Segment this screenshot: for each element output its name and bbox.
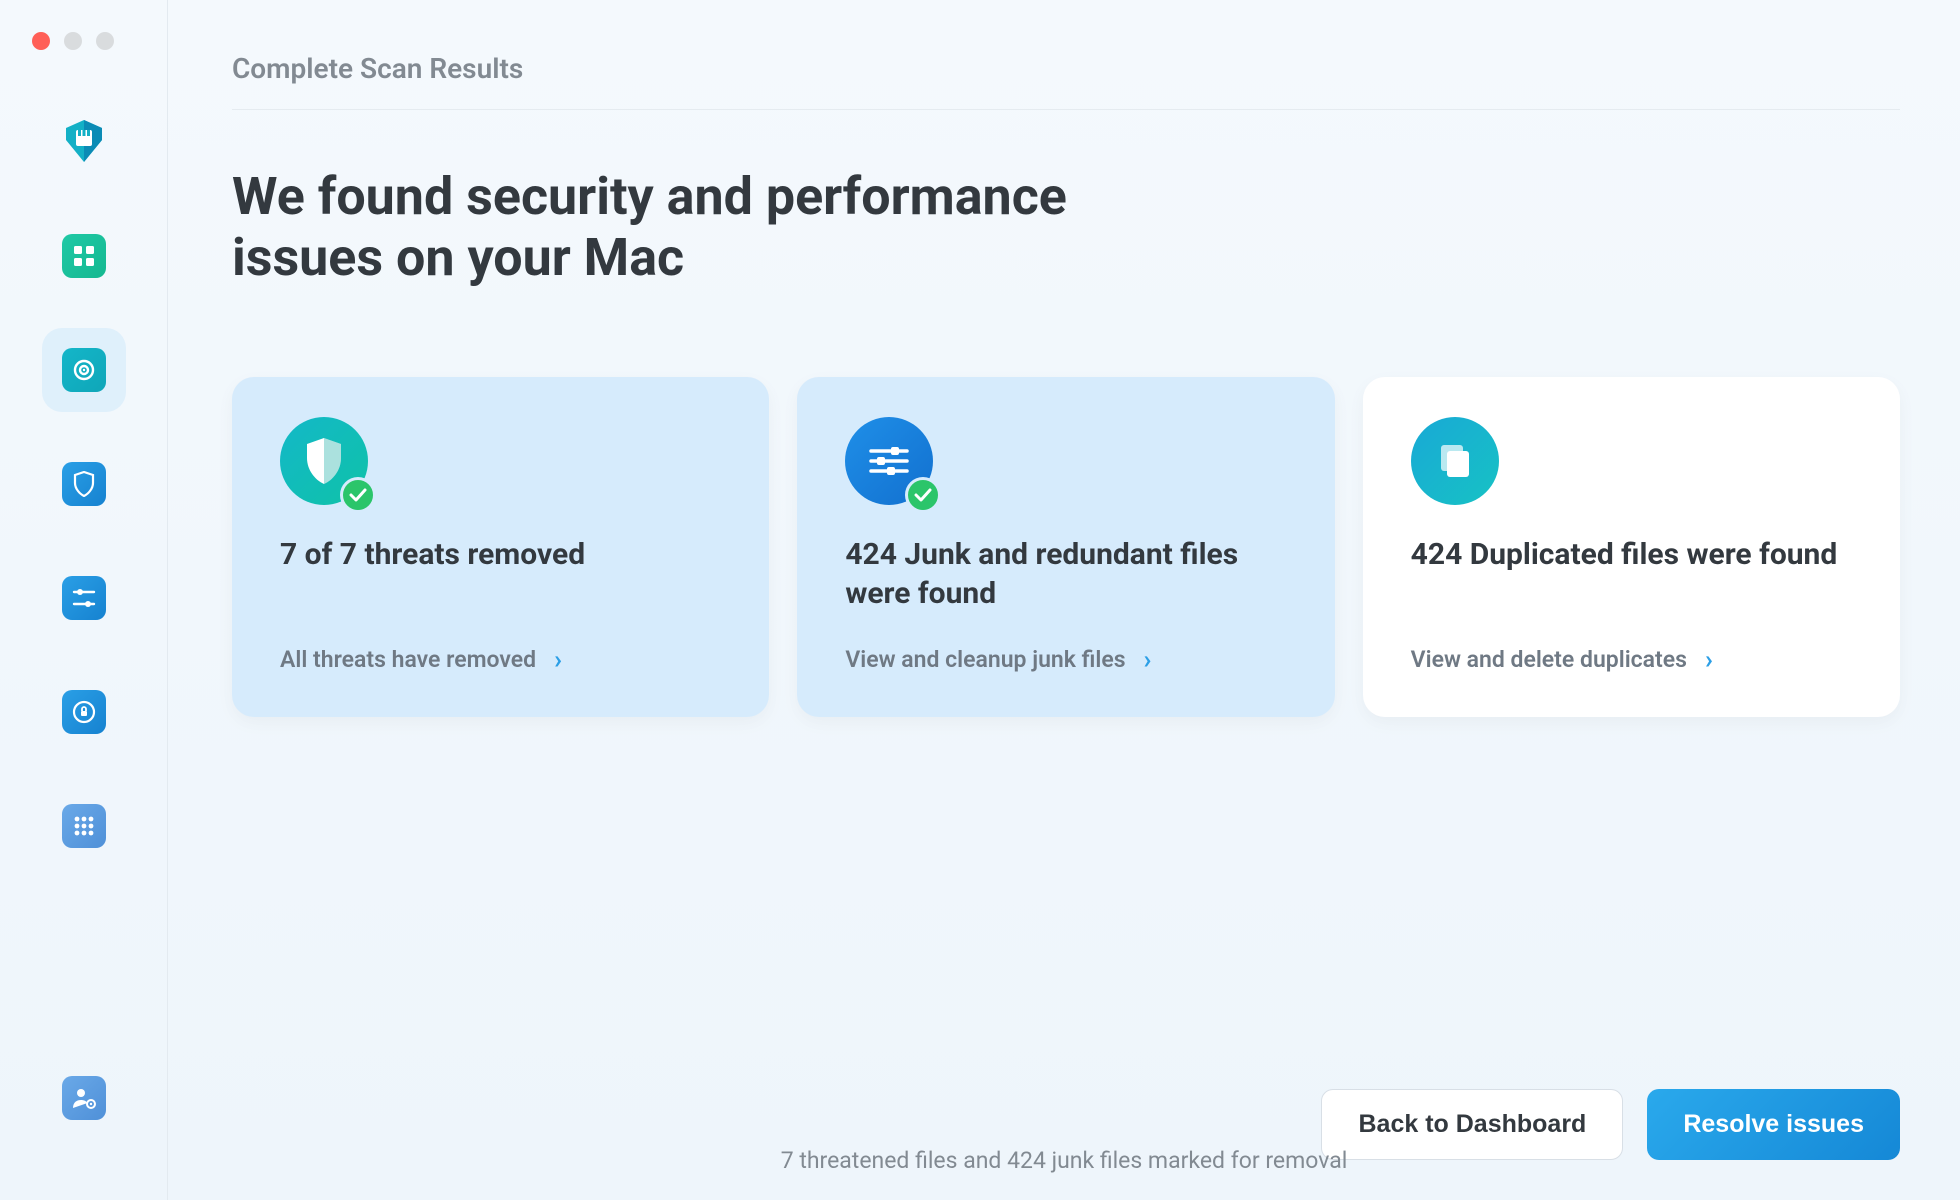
sliders-icon bbox=[62, 576, 106, 620]
check-badge-icon bbox=[905, 477, 941, 513]
check-badge-icon bbox=[340, 477, 376, 513]
card-action-label: View and delete duplicates bbox=[1411, 646, 1687, 673]
card-icon-wrap bbox=[280, 417, 370, 507]
sidebar-item-privacy[interactable] bbox=[42, 670, 126, 754]
card-icon-wrap bbox=[1411, 417, 1501, 507]
sidebar-item-apps[interactable] bbox=[42, 784, 126, 868]
card-action-link[interactable]: View and cleanup junk files › bbox=[845, 645, 1286, 675]
card-threats[interactable]: 7 of 7 threats removed All threats have … bbox=[232, 377, 769, 717]
sidebar-item-dashboard[interactable] bbox=[42, 214, 126, 298]
card-title: 7 of 7 threats removed bbox=[280, 535, 721, 574]
castle-shield-icon bbox=[60, 116, 108, 168]
page-headline: We found security and performance issues… bbox=[232, 166, 1132, 289]
card-title: 424 Junk and redundant files were found bbox=[845, 535, 1286, 613]
footer-status-text: 7 threatened files and 424 junk files ma… bbox=[168, 1147, 1960, 1174]
lock-icon bbox=[62, 690, 106, 734]
sidebar bbox=[0, 0, 168, 1200]
divider bbox=[232, 109, 1900, 110]
card-action-label: All threats have removed bbox=[280, 646, 536, 673]
chevron-right-icon: › bbox=[1144, 645, 1152, 675]
card-action-link[interactable]: View and delete duplicates › bbox=[1411, 645, 1852, 675]
sidebar-item-protection[interactable] bbox=[42, 442, 126, 526]
sidebar-item-settings[interactable] bbox=[42, 1056, 126, 1140]
duplicate-icon bbox=[1411, 417, 1499, 505]
chevron-right-icon: › bbox=[554, 645, 562, 675]
footer-actions: Back to Dashboard Resolve issues bbox=[232, 1049, 1900, 1160]
card-icon-wrap bbox=[845, 417, 935, 507]
page-subtitle: Complete Scan Results bbox=[232, 52, 1900, 85]
grid-icon bbox=[62, 234, 106, 278]
main-content: Complete Scan Results We found security … bbox=[168, 0, 1960, 1200]
target-icon bbox=[62, 348, 106, 392]
sidebar-item-scan[interactable] bbox=[42, 328, 126, 412]
apps-grid-icon bbox=[62, 804, 106, 848]
chevron-right-icon: › bbox=[1705, 645, 1713, 675]
shield-icon bbox=[62, 462, 106, 506]
card-action-link[interactable]: All threats have removed › bbox=[280, 645, 721, 675]
card-duplicates[interactable]: 424 Duplicated files were found View and… bbox=[1363, 377, 1900, 717]
sidebar-item-logo[interactable] bbox=[42, 100, 126, 184]
result-cards: 7 of 7 threats removed All threats have … bbox=[232, 377, 1900, 717]
card-title: 424 Duplicated files were found bbox=[1411, 535, 1852, 574]
card-action-label: View and cleanup junk files bbox=[845, 646, 1125, 673]
card-junk[interactable]: 424 Junk and redundant files were found … bbox=[797, 377, 1334, 717]
user-gear-icon bbox=[62, 1076, 106, 1120]
sidebar-item-tuneup[interactable] bbox=[42, 556, 126, 640]
